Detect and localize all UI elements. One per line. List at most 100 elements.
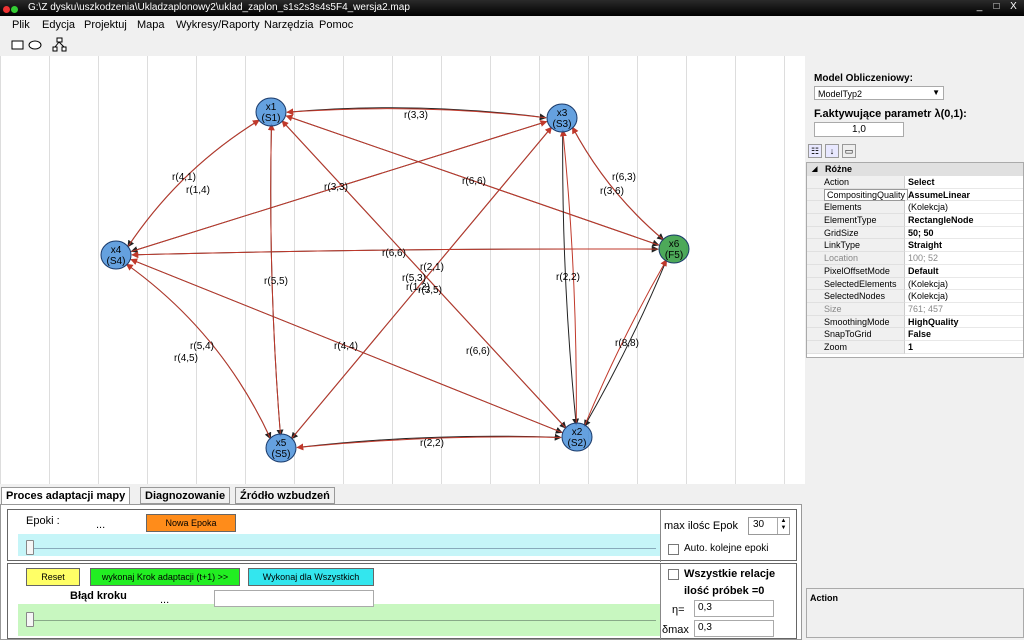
node-label: (S3) — [553, 119, 572, 130]
tab-proces-adaptacji[interactable]: Proces adaptacji mapy — [1, 487, 131, 505]
edge-label: r(3,3) — [404, 110, 428, 121]
menu-projektuj[interactable]: Projektuj — [84, 19, 127, 31]
graph-node-x3[interactable]: x3(S3) — [546, 103, 578, 133]
tab-content: Epoki : ... Nowa Epoka max ilośc Epok 30… — [0, 504, 802, 640]
property-value[interactable]: AssumeLinear — [905, 189, 1023, 202]
auto-epoki-checkbox[interactable] — [668, 544, 679, 555]
property-row[interactable]: ▷Size761; 457 — [807, 302, 1023, 316]
menu-bar: Plik Edycja Projektuj Mapa Wykresy/Rapor… — [0, 16, 1024, 35]
graph-svg[interactable]: r(3,3) r(4,1) r(1,4) r(3,3) r(6,6) r(6,3) r(3,… — [0, 56, 805, 484]
graph-node-x5[interactable]: x5(S5) — [265, 433, 297, 463]
property-value[interactable]: False — [905, 328, 1023, 341]
property-value[interactable]: 100; 52 — [905, 252, 1023, 265]
property-row[interactable]: SnapToGrid False — [807, 328, 1023, 341]
graph-node-x2[interactable]: x2(S2) — [561, 422, 593, 452]
title-bar: G:\Z dysku\uszkodzenia\Ukladzaplonowy2\u… — [0, 0, 1024, 16]
edge-label: r(2,1) — [420, 262, 444, 273]
property-row[interactable]: SelectedNodes (Kolekcja) — [807, 290, 1023, 303]
step-button[interactable]: wykonaj Krok adaptacji (t+1) >> — [90, 568, 240, 586]
delta-label: δmax — [662, 624, 689, 636]
menu-plik[interactable]: Plik — [12, 19, 30, 31]
category-header[interactable]: ◢ Różne — [807, 163, 1023, 176]
graph-node-x6[interactable]: x6(F5) — [658, 234, 690, 264]
property-grid[interactable]: ◢ Różne Action Select CompositingQuality As… — [806, 162, 1024, 358]
property-row[interactable]: ▷Location100; 52 — [807, 252, 1023, 265]
property-name: ElementType — [807, 214, 905, 227]
property-pages-icon[interactable]: ▭ — [842, 144, 856, 158]
property-value[interactable]: (Kolekcja) — [905, 201, 1023, 215]
node-label: x5 — [276, 438, 287, 449]
minimize-button[interactable]: _ — [971, 1, 988, 12]
property-name: SmoothingMode — [807, 315, 905, 329]
property-name: Zoom — [807, 340, 905, 354]
property-value[interactable]: (Kolekcja) — [905, 278, 1023, 291]
alphabetical-icon[interactable]: ↓ — [825, 144, 839, 158]
menu-edycja[interactable]: Edycja — [42, 19, 75, 31]
description-title: Action — [810, 593, 838, 603]
graph-node-x1[interactable]: x1(S1) — [255, 97, 287, 127]
model-select[interactable]: ModelTyp2 ▼ — [814, 86, 944, 100]
property-row[interactable]: Action Select — [807, 176, 1023, 189]
propertygrid-toolbar: ☷ ↓ ▭ — [808, 144, 859, 160]
close-button[interactable]: X — [1005, 1, 1022, 12]
property-row[interactable]: ElementType RectangleNode — [807, 214, 1023, 227]
categorized-icon[interactable]: ☷ — [808, 144, 822, 158]
blad-kroku-field[interactable] — [214, 590, 374, 607]
all-button[interactable]: Wykonaj dla Wszystkich — [248, 568, 374, 586]
edge-label: r(4,4) — [334, 341, 358, 352]
all-relations-checkbox[interactable] — [668, 569, 679, 580]
spinner-arrows-icon[interactable]: ▲ ▼ — [777, 518, 789, 534]
property-value[interactable]: 50; 50 — [905, 227, 1023, 240]
graph-edge[interactable] — [571, 126, 664, 241]
property-row[interactable]: Zoom 1 — [807, 340, 1023, 354]
max-epok-value: 30 — [753, 519, 765, 530]
epoch-slider[interactable] — [26, 540, 34, 555]
property-name: Action — [807, 176, 905, 189]
menu-pomoc[interactable]: Pomoc — [319, 19, 353, 31]
graph-edge[interactable] — [127, 119, 260, 248]
property-name: SelectedElements — [807, 277, 905, 291]
menu-mapa[interactable]: Mapa — [137, 19, 165, 31]
edge-label: r(2,2) — [556, 272, 580, 283]
reset-button[interactable]: Reset — [26, 568, 80, 586]
property-row[interactable]: ▷GridSize50; 50 — [807, 226, 1023, 240]
menu-narzedzia[interactable]: Narzędzia — [264, 19, 314, 31]
blad-kroku-label: Błąd kroku — [70, 590, 127, 602]
property-value[interactable]: Default — [905, 265, 1023, 278]
graph-node-x4[interactable]: x4(S4) — [100, 240, 132, 270]
tab-zrodlo-wzbudzen[interactable]: Źródło wzbudzeń — [235, 487, 335, 504]
menu-wykresy-raporty[interactable]: Wykresy/Raporty — [176, 19, 260, 31]
graph-edge[interactable] — [571, 126, 665, 241]
nowa-epoka-button[interactable]: Nowa Epoka — [146, 514, 236, 532]
property-value[interactable]: 761; 457 — [905, 303, 1023, 316]
property-row[interactable]: SmoothingMode HighQuality — [807, 315, 1023, 329]
collapse-icon[interactable]: ◢ — [812, 163, 817, 176]
delta-field[interactable]: 0,3 — [694, 620, 774, 637]
property-value[interactable]: RectangleNode — [905, 214, 1023, 227]
property-value[interactable]: (Kolekcja) — [905, 290, 1023, 303]
factors-field[interactable]: 1,0 — [814, 122, 904, 137]
tab-diagnozowanie[interactable]: Diagnozowanie — [140, 487, 231, 504]
property-name: CompositingQuality — [807, 188, 909, 202]
property-row[interactable]: LinkType Straight — [807, 239, 1023, 253]
graph-edge[interactable] — [127, 119, 260, 248]
maximize-button[interactable]: □ — [988, 1, 1005, 12]
node-label: (S1) — [262, 113, 281, 124]
hierarchy-tool-icon[interactable] — [52, 37, 67, 52]
property-value[interactable]: Straight — [905, 239, 1023, 253]
property-row[interactable]: CompositingQuality AssumeLinear — [807, 188, 1023, 202]
ellipse-tool-icon[interactable] — [28, 40, 42, 50]
property-value[interactable]: Select — [905, 176, 1023, 189]
rectangle-tool-icon[interactable] — [11, 40, 24, 50]
edge-label: r(6,6) — [466, 346, 490, 357]
map-canvas[interactable]: r(3,3) r(4,1) r(1,4) r(3,3) r(6,6) r(6,3) r(3,… — [0, 56, 805, 484]
eta-field[interactable]: 0,3 — [694, 600, 774, 617]
step-slider[interactable] — [26, 612, 34, 627]
max-epok-spinner[interactable]: 30 ▲ ▼ — [748, 517, 790, 535]
property-row[interactable]: Elements (Kolekcja) — [807, 201, 1023, 215]
property-row[interactable]: SelectedElements (Kolekcja) — [807, 277, 1023, 291]
step-group: Reset wykonaj Krok adaptacji (t+1) >> Wy… — [7, 563, 797, 640]
property-value[interactable]: 1 — [905, 341, 1023, 354]
property-row[interactable]: PixelOffsetMode Default — [807, 264, 1023, 278]
property-value[interactable]: HighQuality — [905, 316, 1023, 329]
